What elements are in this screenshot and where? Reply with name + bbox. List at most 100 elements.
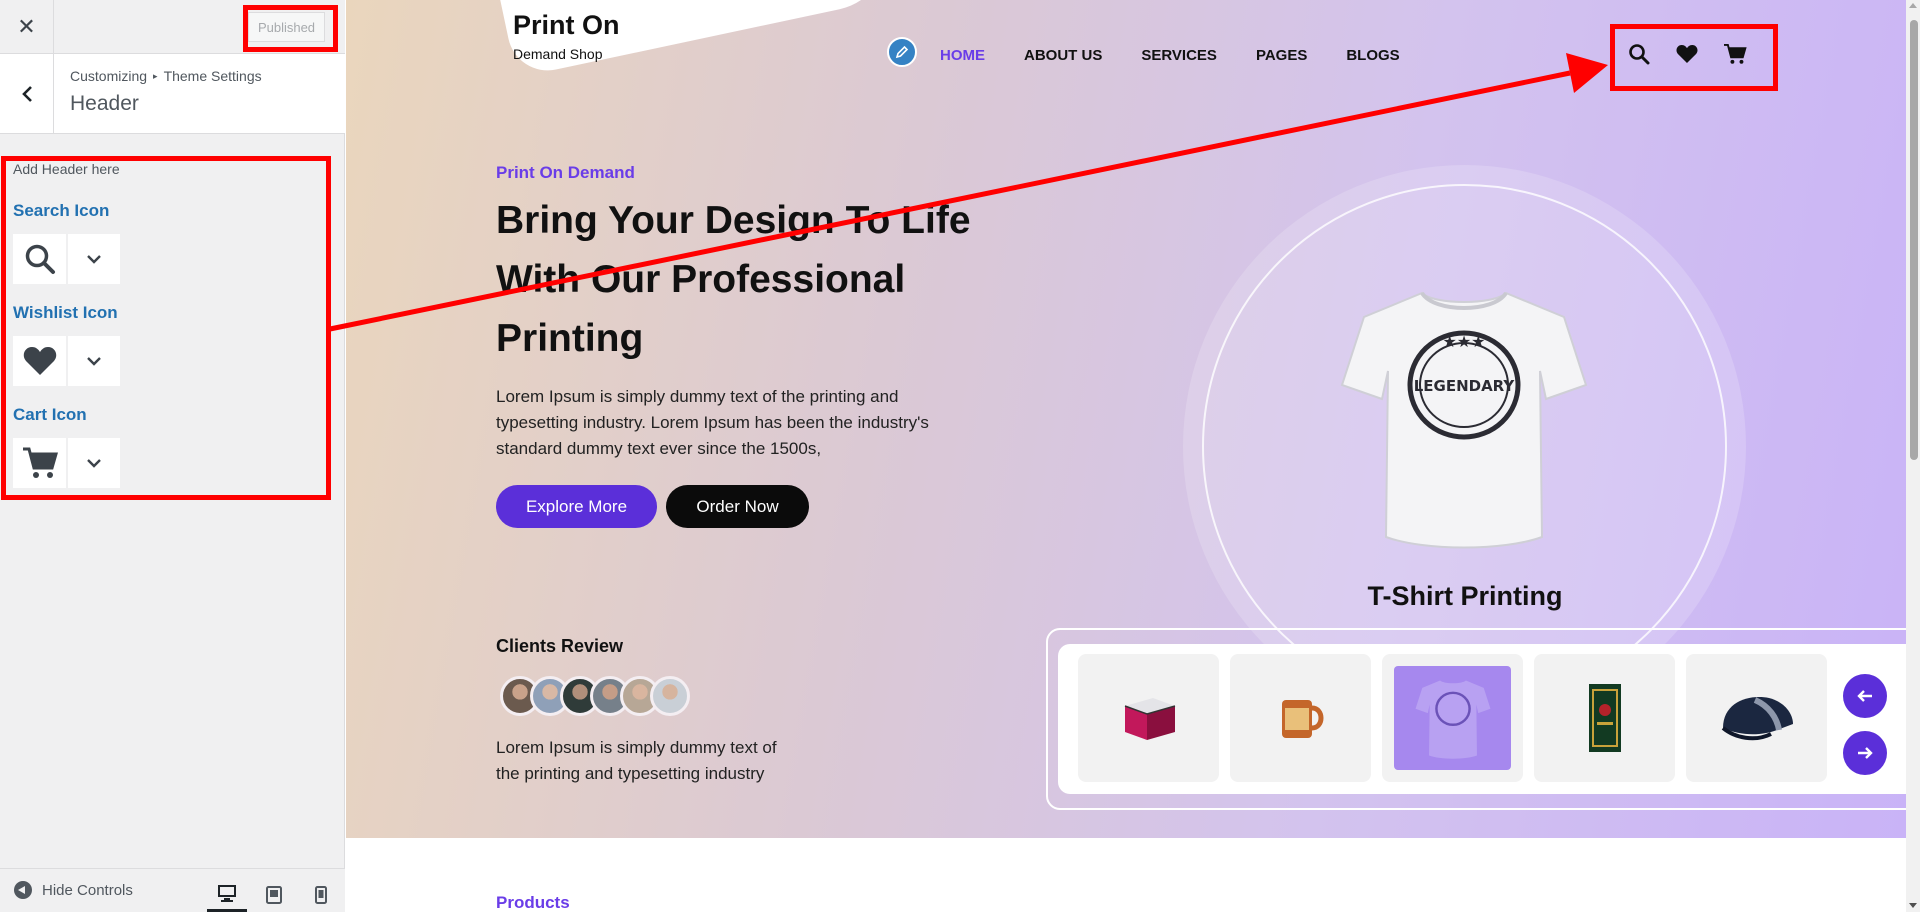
carousel-prev-button[interactable] — [1843, 674, 1887, 718]
clients-review-text: Lorem Ipsum is simply dummy text of the … — [496, 735, 826, 787]
hide-controls-label: Hide Controls — [42, 881, 133, 899]
header-search-button[interactable] — [1625, 40, 1653, 68]
scroll-up-arrow-icon[interactable] — [1909, 3, 1917, 8]
search-icon — [1629, 44, 1650, 65]
breadcrumb-parent: Theme Settings — [163, 68, 262, 84]
header-icons — [1625, 40, 1749, 68]
preview-desktop-button[interactable] — [207, 877, 247, 912]
hero-heading-line: With Our Professional — [496, 258, 906, 301]
scroll-down-arrow-icon[interactable] — [1909, 903, 1917, 908]
nav-services[interactable]: SERVICES — [1141, 47, 1217, 64]
tshirt-product-image: ★★★ LEGENDARY — [1340, 291, 1588, 549]
hero-lead-text: Lorem Ipsum is simply dummy text of the … — [496, 384, 986, 462]
header-cart-button[interactable] — [1721, 40, 1749, 68]
mobile-icon — [315, 886, 327, 904]
section-header: Customizing ▸ Theme Settings Header — [0, 54, 345, 134]
cart-icon — [1724, 43, 1747, 64]
main-navigation: HOME ABOUT US SERVICES PAGES BLOGS — [940, 47, 1400, 64]
hero-eyebrow: Print On Demand — [496, 163, 635, 182]
wishlist-icon-control-label: Wishlist Icon — [13, 303, 118, 322]
hero-lead-line: Lorem Ipsum is simply dummy text of the … — [496, 387, 899, 406]
products-section-title: Products — [496, 893, 570, 912]
order-now-button[interactable]: Order Now — [666, 485, 809, 528]
hero-heading: Bring Your Design To Life With Our Profe… — [496, 191, 1016, 368]
nav-blogs[interactable]: BLOGS — [1346, 47, 1399, 64]
collapse-icon — [14, 881, 32, 899]
active-item-highlight — [1394, 666, 1511, 770]
chevron-down-icon — [87, 357, 101, 366]
desktop-icon — [218, 885, 236, 902]
chevron-left-icon — [21, 86, 32, 102]
preview-mobile-button[interactable] — [301, 877, 341, 912]
heart-icon — [1676, 44, 1698, 64]
carousel-item-tshirt[interactable] — [1382, 654, 1523, 782]
search-icon-control-label: Search Icon — [13, 201, 110, 220]
site-logo-title[interactable]: Print On — [513, 10, 620, 41]
breadcrumb-root: Customizing — [70, 68, 148, 84]
edit-menu-shortcut[interactable] — [887, 37, 917, 67]
hero-lead-line: standard dummy text ever since the 1500s… — [496, 439, 822, 458]
carousel-item-book[interactable] — [1534, 654, 1675, 782]
published-button[interactable]: Published — [248, 12, 325, 42]
tablet-icon — [266, 886, 282, 904]
clients-review-line: Lorem Ipsum is simply dummy text of — [496, 738, 777, 757]
search-icon — [25, 244, 55, 274]
nav-about-us[interactable]: ABOUT US — [1024, 47, 1102, 64]
client-avatars — [500, 676, 690, 716]
chevron-down-icon — [87, 459, 101, 468]
clients-review-line: the printing and typesetting industry — [496, 764, 765, 783]
carousel-item-cap[interactable] — [1686, 654, 1827, 782]
book-icon — [1588, 684, 1621, 752]
close-customizer-button[interactable]: ✕ — [0, 0, 54, 54]
box-icon — [1124, 698, 1175, 740]
nav-home[interactable]: HOME — [940, 47, 985, 64]
mug-icon — [1281, 700, 1323, 738]
tshirt-icon — [1415, 680, 1490, 759]
carousel-item-box[interactable] — [1078, 654, 1219, 782]
hero-lead-line: typesetting industry. Lorem Ipsum has be… — [496, 413, 929, 432]
wishlist-icon-picker[interactable] — [13, 336, 120, 386]
search-icon-picker[interactable] — [13, 234, 120, 284]
close-icon: ✕ — [17, 14, 36, 39]
wishlist-icon-preview[interactable] — [13, 336, 66, 386]
clients-review-heading: Clients Review — [496, 636, 624, 656]
preview-tablet-button[interactable] — [254, 877, 294, 912]
chevron-down-icon — [87, 255, 101, 264]
cart-icon-preview[interactable] — [13, 438, 66, 488]
customizer-top-bar: ✕ Published — [0, 0, 345, 54]
preview-scrollbar-thumb[interactable] — [1910, 20, 1918, 460]
arrow-left-icon — [1857, 690, 1872, 702]
avatar — [650, 676, 690, 716]
search-icon-dropdown[interactable] — [68, 234, 120, 284]
customizer-footer: Hide Controls — [0, 868, 345, 912]
cart-icon-picker[interactable] — [13, 438, 120, 488]
cart-icon — [22, 447, 58, 478]
site-logo-subtitle[interactable]: Demand Shop — [513, 46, 603, 62]
hide-controls-button[interactable]: Hide Controls — [14, 881, 133, 899]
carousel-next-button[interactable] — [1843, 731, 1887, 775]
svg-text:★★★: ★★★ — [1442, 332, 1485, 351]
section-description: Add Header here — [13, 161, 120, 177]
cap-icon — [1721, 697, 1793, 741]
arrow-right-icon — [1858, 747, 1873, 759]
tshirt-print-text: LEGENDARY — [1414, 377, 1516, 395]
search-icon-preview[interactable] — [13, 234, 66, 284]
carousel-item-mug[interactable] — [1230, 654, 1371, 782]
customizer-sidebar: ✕ Published Customizing ▸ Theme Settings H… — [0, 0, 345, 912]
wishlist-icon-dropdown[interactable] — [68, 336, 120, 386]
header-wishlist-button[interactable] — [1673, 40, 1701, 68]
site-preview: Print On Demand Shop HOME ABOUT US SERVI… — [346, 0, 1906, 912]
cart-icon-dropdown[interactable] — [68, 438, 120, 488]
breadcrumb-separator: ▸ — [153, 71, 158, 81]
cart-icon-control-label: Cart Icon — [13, 405, 87, 424]
back-button[interactable] — [0, 54, 54, 134]
breadcrumb: Customizing ▸ Theme Settings — [70, 68, 262, 84]
featured-product-title: T-Shirt Printing — [1367, 581, 1563, 611]
explore-more-button[interactable]: Explore More — [496, 485, 657, 528]
nav-pages[interactable]: PAGES — [1256, 47, 1307, 64]
section-title: Header — [70, 92, 139, 115]
pencil-icon — [895, 45, 909, 59]
hero-heading-line: Printing — [496, 317, 644, 360]
hero-heading-line: Bring Your Design To Life — [496, 199, 971, 242]
heart-icon — [23, 347, 56, 375]
